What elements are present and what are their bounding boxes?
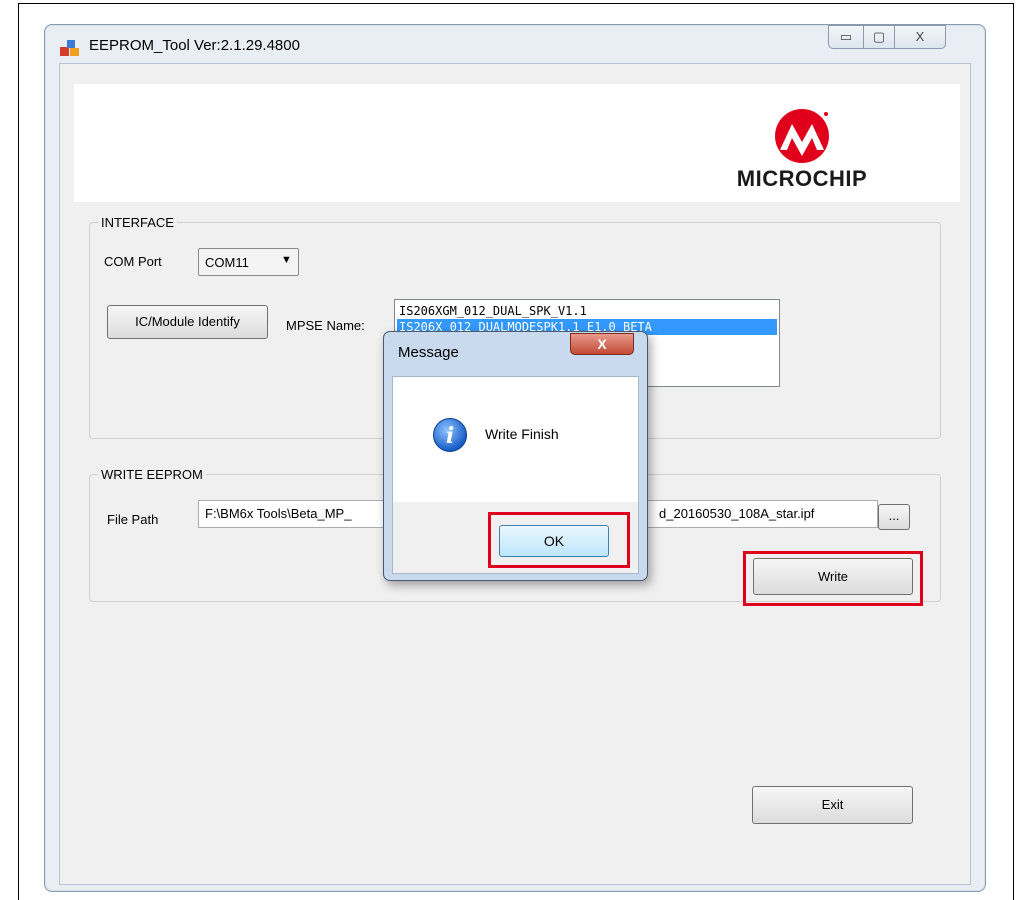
close-button[interactable]: X xyxy=(894,25,946,49)
minimize-button[interactable]: ▭ xyxy=(828,25,864,49)
dialog-body: i Write Finish xyxy=(392,376,639,504)
com-port-select[interactable]: COM11 ▼ xyxy=(198,248,299,276)
ic-module-identify-button[interactable]: IC/Module Identify xyxy=(107,305,268,339)
maximize-button[interactable]: ▢ xyxy=(863,25,895,49)
exit-button[interactable]: Exit xyxy=(752,786,913,824)
file-path-text-right: d_20160530_108A_star.ipf xyxy=(659,506,815,521)
logo-text: MICROCHIP xyxy=(736,166,868,191)
window-title: EEPROM_Tool Ver:2.1.29.4800 xyxy=(89,37,300,54)
microchip-logo: MICROCHIP xyxy=(702,108,902,198)
file-path-text-left: F:\BM6x Tools\Beta_MP_ xyxy=(205,506,352,521)
microchip-logo-mark xyxy=(775,109,829,163)
browse-button[interactable]: ... xyxy=(878,504,910,530)
com-port-label: COM Port xyxy=(104,254,162,269)
mpse-name-label: MPSE Name: xyxy=(286,318,365,333)
close-icon: X xyxy=(597,336,607,352)
dialog-title: Message xyxy=(398,344,459,361)
info-icon: i xyxy=(433,418,467,452)
interface-group-label: INTERFACE xyxy=(98,215,177,230)
minimize-icon: ▭ xyxy=(839,29,853,44)
ok-button-highlight xyxy=(488,512,630,568)
dialog-message: Write Finish xyxy=(485,426,559,442)
chevron-down-icon: ▼ xyxy=(281,254,292,266)
title-bar[interactable]: EEPROM_Tool Ver:2.1.29.4800 ▭ ▢ X xyxy=(45,25,985,61)
dialog-close-button[interactable]: X xyxy=(570,333,634,355)
message-dialog: Message X i Write Finish OK xyxy=(383,331,648,581)
file-path-label: File Path xyxy=(107,512,159,527)
close-icon: X xyxy=(915,29,925,44)
write-eeprom-group-label: WRITE EEPROM xyxy=(98,467,206,482)
logo-banner: MICROCHIP xyxy=(74,84,960,202)
list-item[interactable]: IS206XGM_012_DUAL_SPK_V1.1 xyxy=(397,303,777,319)
maximize-icon: ▢ xyxy=(872,29,886,44)
write-button-highlight xyxy=(743,551,923,606)
app-icon xyxy=(59,38,81,58)
com-port-value: COM11 xyxy=(205,255,249,270)
